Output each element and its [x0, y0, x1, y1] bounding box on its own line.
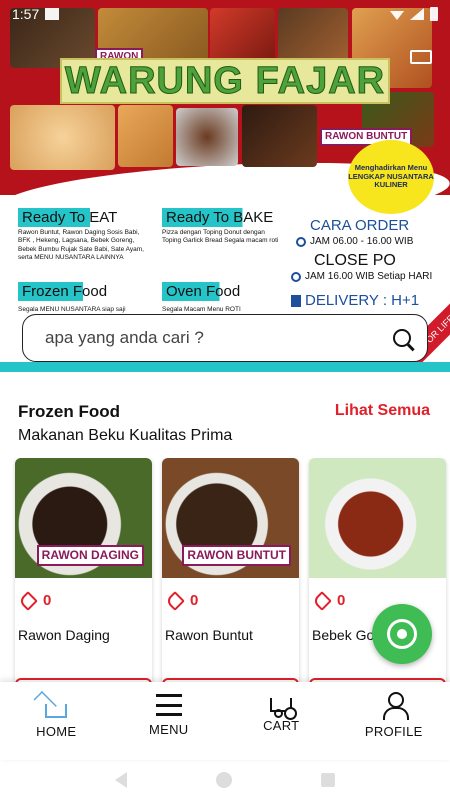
- nav-cart-label: CART: [263, 718, 300, 733]
- likes-count: 0: [43, 592, 52, 609]
- nav-menu-label: MENU: [149, 722, 189, 737]
- section-title: Frozen Food: [18, 402, 120, 421]
- signal-icon: [410, 8, 424, 20]
- whatsapp-button[interactable]: [372, 604, 432, 664]
- menu-icon: [155, 694, 182, 716]
- battery-icon: [430, 7, 438, 21]
- ticket-icon: [410, 50, 432, 64]
- close-hours-text: JAM 16.00 WIB Setiap HARI: [305, 271, 433, 282]
- system-home-icon[interactable]: [215, 772, 232, 788]
- wifi-icon: [390, 11, 404, 20]
- food-photo: [176, 108, 238, 166]
- whatsapp-icon: [387, 619, 417, 649]
- promo-badge-text: Menghadirkan Menu LENGKAP NUSANTARA KULI…: [348, 163, 434, 190]
- nav-menu[interactable]: MENU: [113, 682, 226, 760]
- signpost-icon: [291, 294, 301, 307]
- product-image-tag: RAWON DAGING: [36, 545, 144, 566]
- profile-icon: [382, 692, 409, 720]
- section-subtitle: Makanan Beku Kualitas Prima: [18, 427, 233, 444]
- status-bar: 1:57: [0, 0, 450, 28]
- food-photo: [118, 105, 173, 167]
- home-icon: [45, 704, 68, 718]
- tag-icon: [165, 590, 185, 611]
- ready-to-bake-label: Ready To BAKE: [162, 208, 278, 227]
- product-card[interactable]: RAWON DAGING 0 Rawon Daging: [15, 458, 152, 688]
- bottom-navigation: HOME MENU CART PROFILE: [0, 682, 450, 760]
- product-image-tag: RAWON BUNTUT: [182, 545, 291, 566]
- product-image[interactable]: [309, 458, 446, 578]
- product-image[interactable]: RAWON BUNTUT: [162, 458, 299, 578]
- search-input[interactable]: apa yang anda cari ?: [45, 328, 204, 348]
- cara-order-title: CARA ORDER: [310, 217, 410, 234]
- food-photo: [242, 105, 317, 167]
- food-photo: [10, 105, 115, 170]
- order-hours-text: JAM 06.00 - 16.00 WIB: [310, 236, 414, 247]
- delivery-text: DELIVERY : H+1: [305, 292, 420, 309]
- clock-icon: [296, 236, 306, 247]
- likes-row: 0: [309, 578, 446, 611]
- frozen-food-label: Frozen Food: [18, 282, 112, 301]
- brand-logo: WARUNG FAJAR: [60, 58, 390, 104]
- tag-icon: [18, 590, 38, 611]
- search-bar[interactable]: apa yang anda cari ?: [22, 314, 428, 362]
- likes-row: 0: [15, 578, 152, 611]
- nav-profile[interactable]: PROFILE: [338, 682, 450, 760]
- recents-icon[interactable]: [321, 773, 336, 787]
- oven-food-label: Oven Food: [162, 282, 245, 301]
- product-name: Rawon Buntut: [165, 627, 253, 643]
- cart-icon: [270, 698, 293, 718]
- notification-icon: [45, 8, 60, 20]
- product-name: Rawon Daging: [18, 627, 110, 643]
- tag-icon: [312, 590, 332, 611]
- see-all-link[interactable]: Lihat Semua: [335, 402, 430, 420]
- nav-home-label: HOME: [36, 724, 77, 739]
- back-icon[interactable]: [114, 772, 127, 788]
- brand-name: WARUNG FAJAR: [64, 59, 386, 102]
- status-time: 1:57: [12, 6, 40, 22]
- ready-to-eat-items: Rawon Buntut, Rawon Daging Sosis Babi, B…: [18, 229, 144, 262]
- product-card[interactable]: RAWON BUNTUT 0 Rawon Buntut: [162, 458, 299, 688]
- likes-count: 0: [190, 592, 199, 609]
- ready-to-eat-label: Ready To EAT: [18, 208, 122, 227]
- search-icon[interactable]: [393, 329, 411, 347]
- ready-to-bake-items: Pizza dengan Toping Donut dengan Toping …: [162, 229, 279, 245]
- clock-icon: [291, 271, 301, 282]
- likes-count: 0: [337, 592, 346, 609]
- promo-badge: Menghadirkan Menu LENGKAP NUSANTARA KULI…: [348, 140, 434, 214]
- order-hours: JAM 06.00 - 16.00 WIB: [296, 236, 413, 247]
- banner-bottom-strip: [0, 362, 450, 372]
- close-po-title: CLOSE PO: [314, 252, 396, 269]
- system-navigation: [0, 760, 450, 800]
- delivery-info: DELIVERY : H+1: [291, 292, 419, 309]
- nav-home[interactable]: HOME: [0, 682, 113, 760]
- close-hours: JAM 16.00 WIB Setiap HARI: [291, 271, 432, 282]
- product-image[interactable]: RAWON DAGING: [15, 458, 152, 578]
- nav-cart[interactable]: CART: [225, 682, 338, 760]
- product-card[interactable]: 0 Bebek Go: [309, 458, 446, 688]
- nav-profile-label: PROFILE: [364, 724, 423, 739]
- likes-row: 0: [162, 578, 299, 611]
